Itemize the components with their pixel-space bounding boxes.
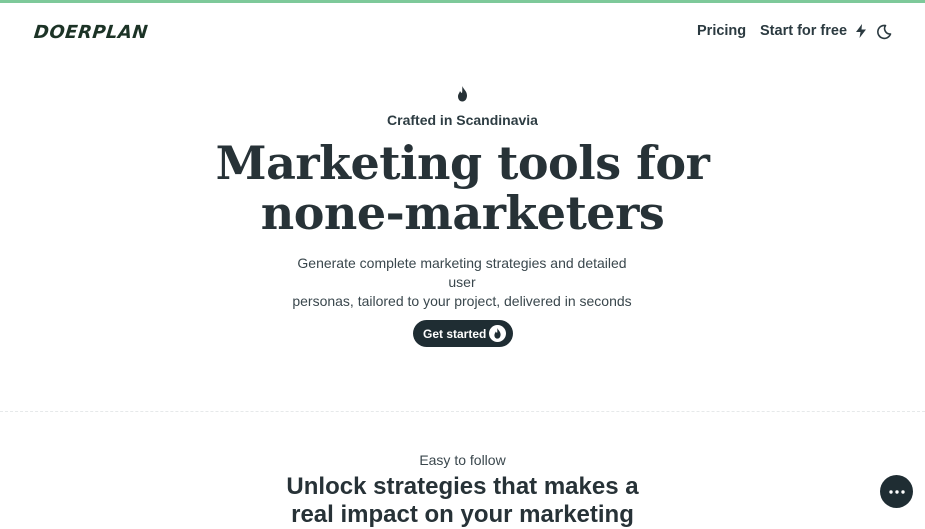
lightning-icon (855, 24, 867, 38)
section-headline: Unlock strategies that makes a real impa… (0, 473, 925, 529)
flame-icon (489, 325, 506, 342)
flame-icon (458, 86, 467, 102)
start-for-free-link[interactable]: Start for free (760, 23, 867, 39)
moon-icon (877, 24, 892, 40)
logo[interactable]: DOERPLAN (33, 22, 149, 43)
more-icon (888, 489, 905, 494)
section-headline-line2: real impact on your marketing (291, 501, 634, 528)
hero-headline: Marketing tools for none-marketers (0, 138, 925, 238)
more-options-button[interactable] (880, 475, 913, 508)
hero-description-line1: Generate complete marketing strategies a… (297, 255, 627, 290)
get-started-label: Get started (423, 326, 487, 341)
section-headline-line1: Unlock strategies that makes a (286, 473, 639, 500)
get-started-button[interactable]: Get started (413, 320, 513, 347)
hero-description: Generate complete marketing strategies a… (282, 254, 642, 311)
nav-pricing-link[interactable]: Pricing (697, 23, 746, 39)
hero-description-line2: personas, tailored to your project, deli… (292, 293, 632, 309)
start-for-free-label: Start for free (760, 23, 848, 39)
accent-bar (0, 0, 925, 3)
theme-toggle-button[interactable] (874, 22, 894, 42)
section-divider (0, 411, 925, 412)
section-eyebrow: Easy to follow (419, 452, 506, 468)
hero-headline-line1: Marketing tools for (215, 136, 710, 190)
hero-headline-line2: none-marketers (260, 186, 665, 240)
hero-eyebrow: Crafted in Scandinavia (387, 112, 538, 128)
